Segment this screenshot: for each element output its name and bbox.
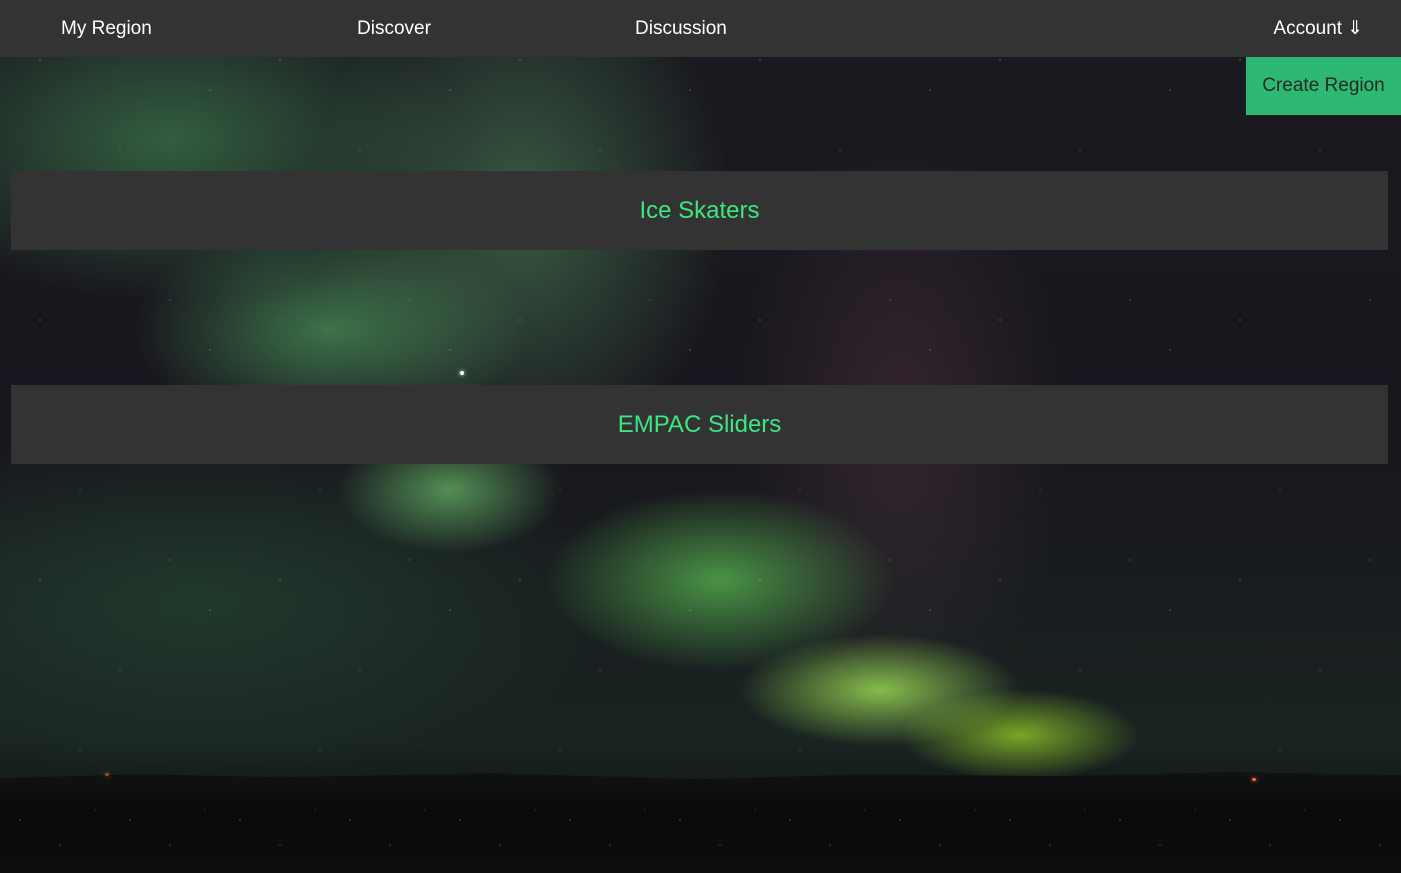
region-name: EMPAC Sliders [617,410,782,438]
nav-discover[interactable]: Discover [357,0,431,57]
distant-light [105,773,109,776]
down-arrow-icon: ⇓ [1347,18,1363,39]
snowy-forest [0,790,1401,873]
nav-my-region[interactable]: My Region [61,0,152,57]
top-navbar: My Region Discover Discussion Account ⇓ [0,0,1401,57]
region-card[interactable]: EMPAC Sliders [11,385,1388,464]
create-region-button[interactable]: Create Region [1246,57,1401,115]
region-name: Ice Skaters [639,196,760,224]
nav-discussion[interactable]: Discussion [635,0,727,57]
bright-star [460,371,464,375]
region-card[interactable]: Ice Skaters [11,171,1388,250]
distant-light [1252,778,1256,781]
nav-account-label: Account [1273,18,1343,39]
nav-account-menu[interactable]: Account ⇓ [1273,0,1363,57]
